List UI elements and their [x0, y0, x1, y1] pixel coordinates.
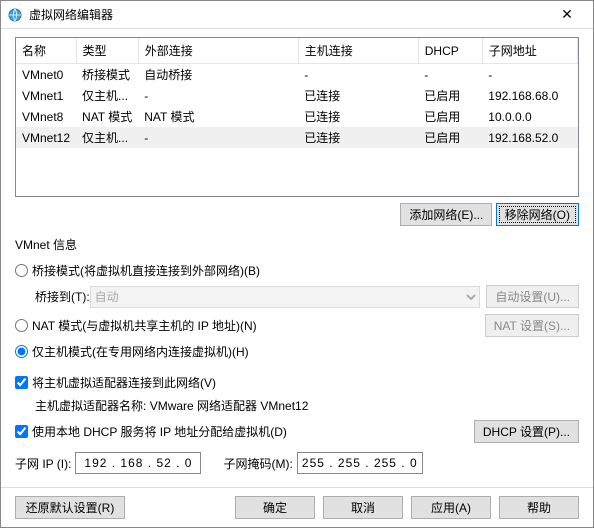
cell-name: VMnet1 — [16, 85, 76, 106]
dialog-footer: 还原默认设置(R) 确定 取消 应用(A) 帮助 — [1, 487, 593, 527]
hostonly-label: 仅主机模式(在专用网络内连接虚拟机)(H) — [32, 343, 249, 360]
subnet-ip-input[interactable]: 192 . 168 . 52 . 0 — [75, 452, 201, 474]
cell-type: 桥接模式 — [76, 64, 138, 86]
col-type[interactable]: 类型 — [76, 38, 138, 64]
cell-ext: - — [138, 85, 298, 106]
subnet-mask-label: 子网掩码(M): — [223, 455, 292, 472]
subnet-mask-input[interactable]: 255 . 255 . 255 . 0 — [297, 452, 423, 474]
remove-network-button[interactable]: 移除网络(O) — [496, 203, 579, 226]
add-network-button[interactable]: 添加网络(E)... — [400, 203, 492, 226]
cell-subnet: 192.168.68.0 — [482, 85, 577, 106]
subnet-ip-label: 子网 IP (I): — [15, 455, 71, 472]
cell-name: VMnet12 — [16, 127, 76, 148]
bridged-to-select: 自动 — [90, 286, 481, 308]
col-name[interactable]: 名称 — [16, 38, 76, 64]
nat-radio[interactable]: NAT 模式(与虚拟机共享主机的 IP 地址)(N) — [15, 317, 257, 334]
app-icon — [7, 7, 23, 23]
window-title: 虚拟网络编辑器 — [29, 6, 547, 23]
cell-dhcp: - — [418, 64, 482, 86]
bridged-to-label: 桥接到(T): — [35, 288, 90, 305]
dhcp-settings-button[interactable]: DHCP 设置(P)... — [474, 420, 579, 443]
help-button[interactable]: 帮助 — [499, 496, 579, 519]
cell-name: VMnet8 — [16, 106, 76, 127]
table-row[interactable]: VMnet0桥接模式自动桥接--- — [16, 64, 578, 86]
titlebar: 虚拟网络编辑器 ✕ — [1, 1, 593, 29]
cell-dhcp: 已启用 — [418, 85, 482, 106]
cell-type: 仅主机... — [76, 127, 138, 148]
cell-host: 已连接 — [298, 85, 418, 106]
adapter-name-value: VMware 网络适配器 VMnet12 — [150, 397, 309, 414]
cell-host: 已连接 — [298, 106, 418, 127]
apply-button[interactable]: 应用(A) — [411, 496, 491, 519]
cell-host: - — [298, 64, 418, 86]
col-external[interactable]: 外部连接 — [138, 38, 298, 64]
cell-name: VMnet0 — [16, 64, 76, 86]
table-row[interactable]: VMnet12仅主机...-已连接已启用192.168.52.0 — [16, 127, 578, 148]
cell-subnet: 10.0.0.0 — [482, 106, 577, 127]
connect-adapter-label: 将主机虚拟适配器连接到此网络(V) — [32, 374, 216, 391]
cell-host: 已连接 — [298, 127, 418, 148]
cell-ext: - — [138, 127, 298, 148]
cell-dhcp: 已启用 — [418, 106, 482, 127]
table-row[interactable]: VMnet1仅主机...-已连接已启用192.168.68.0 — [16, 85, 578, 106]
ok-button[interactable]: 确定 — [235, 496, 315, 519]
bridged-radio[interactable]: 桥接模式(将虚拟机直接连接到外部网络)(B) — [15, 262, 579, 279]
cell-type: NAT 模式 — [76, 106, 138, 127]
vmnet-info-title: VMnet 信息 — [15, 236, 579, 253]
cell-ext: NAT 模式 — [138, 106, 298, 127]
cell-subnet: 192.168.52.0 — [482, 127, 577, 148]
cell-type: 仅主机... — [76, 85, 138, 106]
cell-subnet: - — [482, 64, 577, 86]
use-dhcp-check[interactable]: 使用本地 DHCP 服务将 IP 地址分配给虚拟机(D) — [15, 423, 287, 440]
nat-label: NAT 模式(与虚拟机共享主机的 IP 地址)(N) — [32, 317, 257, 334]
auto-settings-button: 自动设置(U)... — [486, 285, 579, 308]
close-button[interactable]: ✕ — [547, 3, 587, 27]
use-dhcp-label: 使用本地 DHCP 服务将 IP 地址分配给虚拟机(D) — [32, 423, 287, 440]
hostonly-radio[interactable]: 仅主机模式(在专用网络内连接虚拟机)(H) — [15, 343, 579, 360]
cell-dhcp: 已启用 — [418, 127, 482, 148]
adapter-name-label: 主机虚拟适配器名称: — [35, 397, 146, 414]
nat-settings-button: NAT 设置(S)... — [485, 314, 579, 337]
col-dhcp[interactable]: DHCP — [418, 38, 482, 64]
content-area: 名称 类型 外部连接 主机连接 DHCP 子网地址 VMnet0桥接模式自动桥接… — [1, 29, 593, 487]
bridged-label: 桥接模式(将虚拟机直接连接到外部网络)(B) — [32, 262, 260, 279]
cell-ext: 自动桥接 — [138, 64, 298, 86]
connect-adapter-check[interactable]: 将主机虚拟适配器连接到此网络(V) — [15, 374, 579, 391]
network-list[interactable]: 名称 类型 外部连接 主机连接 DHCP 子网地址 VMnet0桥接模式自动桥接… — [15, 37, 579, 197]
col-subnet[interactable]: 子网地址 — [482, 38, 577, 64]
col-host[interactable]: 主机连接 — [298, 38, 418, 64]
table-row[interactable]: VMnet8NAT 模式NAT 模式已连接已启用10.0.0.0 — [16, 106, 578, 127]
restore-defaults-button[interactable]: 还原默认设置(R) — [15, 496, 125, 519]
cancel-button[interactable]: 取消 — [323, 496, 403, 519]
